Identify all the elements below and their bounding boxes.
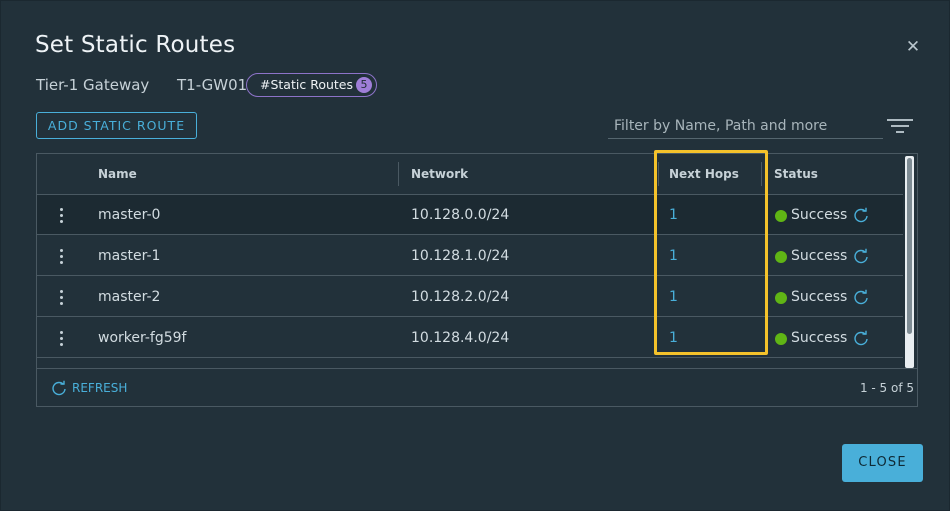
table-row: worker-fg59f 10.128.4.0/24 1 Success	[37, 318, 903, 358]
gateway-name: T1-GW01	[177, 76, 248, 94]
row-actions-icon[interactable]	[56, 206, 68, 226]
route-next-hops-link[interactable]: 1	[669, 318, 678, 358]
scrollbar-thumb[interactable]	[907, 158, 912, 334]
route-network: 10.128.0.0/24	[411, 207, 510, 223]
table-header: Name Network Next Hops Status	[37, 154, 903, 195]
refresh-icon	[52, 380, 66, 396]
column-resize-handle[interactable]	[398, 162, 399, 186]
route-network: 10.128.2.0/24	[411, 289, 510, 305]
refresh-status-icon[interactable]	[853, 289, 869, 305]
dialog-title: Set Static Routes	[35, 32, 236, 58]
column-header-next-hops[interactable]: Next Hops	[669, 154, 739, 194]
close-button[interactable]: CLOSE	[842, 444, 923, 482]
refresh-status-icon[interactable]	[853, 330, 869, 346]
route-status: Success	[791, 207, 848, 223]
refresh-label: REFRESH	[72, 381, 128, 395]
static-routes-tag-label: #Static Routes	[260, 77, 353, 92]
success-status-dot-icon	[775, 210, 787, 222]
add-static-route-button[interactable]: ADD STATIC ROUTE	[36, 112, 197, 139]
route-network: 10.128.4.0/24	[411, 330, 510, 346]
route-name: master-2	[98, 289, 161, 305]
route-status: Success	[791, 330, 848, 346]
success-status-dot-icon	[775, 292, 787, 304]
success-status-dot-icon	[775, 251, 787, 263]
gateway-type-label: Tier-1 Gateway	[36, 76, 150, 94]
route-name: master-0	[98, 207, 161, 223]
static-routes-table: Name Network Next Hops Status master-0 1…	[36, 153, 918, 407]
route-name: worker-fg59f	[98, 330, 187, 346]
static-routes-tag: #Static Routes 5	[246, 73, 377, 97]
row-actions-icon[interactable]	[56, 329, 68, 349]
route-next-hops-link[interactable]: 1	[669, 195, 678, 235]
route-next-hops-link[interactable]: 1	[669, 277, 678, 317]
success-status-dot-icon	[775, 333, 787, 345]
pagination-summary: 1 - 5 of 5	[859, 381, 914, 395]
table-row: master-2 10.128.2.0/24 1 Success	[37, 277, 903, 317]
table-scrollbar[interactable]	[905, 156, 914, 368]
refresh-status-icon[interactable]	[853, 207, 869, 223]
refresh-status-icon[interactable]	[853, 248, 869, 264]
static-routes-dialog: Set Static Routes ✕ Tier-1 Gateway T1-GW…	[0, 0, 950, 511]
close-icon[interactable]: ✕	[903, 37, 923, 57]
route-status: Success	[791, 289, 848, 305]
column-header-network[interactable]: Network	[411, 154, 468, 194]
route-network: 10.128.1.0/24	[411, 248, 510, 264]
route-name: master-1	[98, 248, 161, 264]
column-resize-handle[interactable]	[761, 162, 762, 186]
row-actions-icon[interactable]	[56, 288, 68, 308]
table-row: master-1 10.128.1.0/24 1 Success	[37, 236, 903, 276]
route-status: Success	[791, 248, 848, 264]
filter-input[interactable]	[608, 113, 883, 139]
column-header-name[interactable]: Name	[98, 154, 137, 194]
route-next-hops-link[interactable]: 1	[669, 236, 678, 276]
row-actions-icon[interactable]	[56, 247, 68, 267]
column-header-status[interactable]: Status	[774, 154, 818, 194]
static-routes-count-badge: 5	[356, 77, 372, 93]
table-row: master-0 10.128.0.0/24 1 Success	[37, 195, 903, 235]
filter-lines-icon[interactable]	[887, 118, 913, 134]
table-footer: REFRESH 1 - 5 of 5	[37, 368, 917, 406]
column-resize-handle[interactable]	[658, 162, 659, 186]
